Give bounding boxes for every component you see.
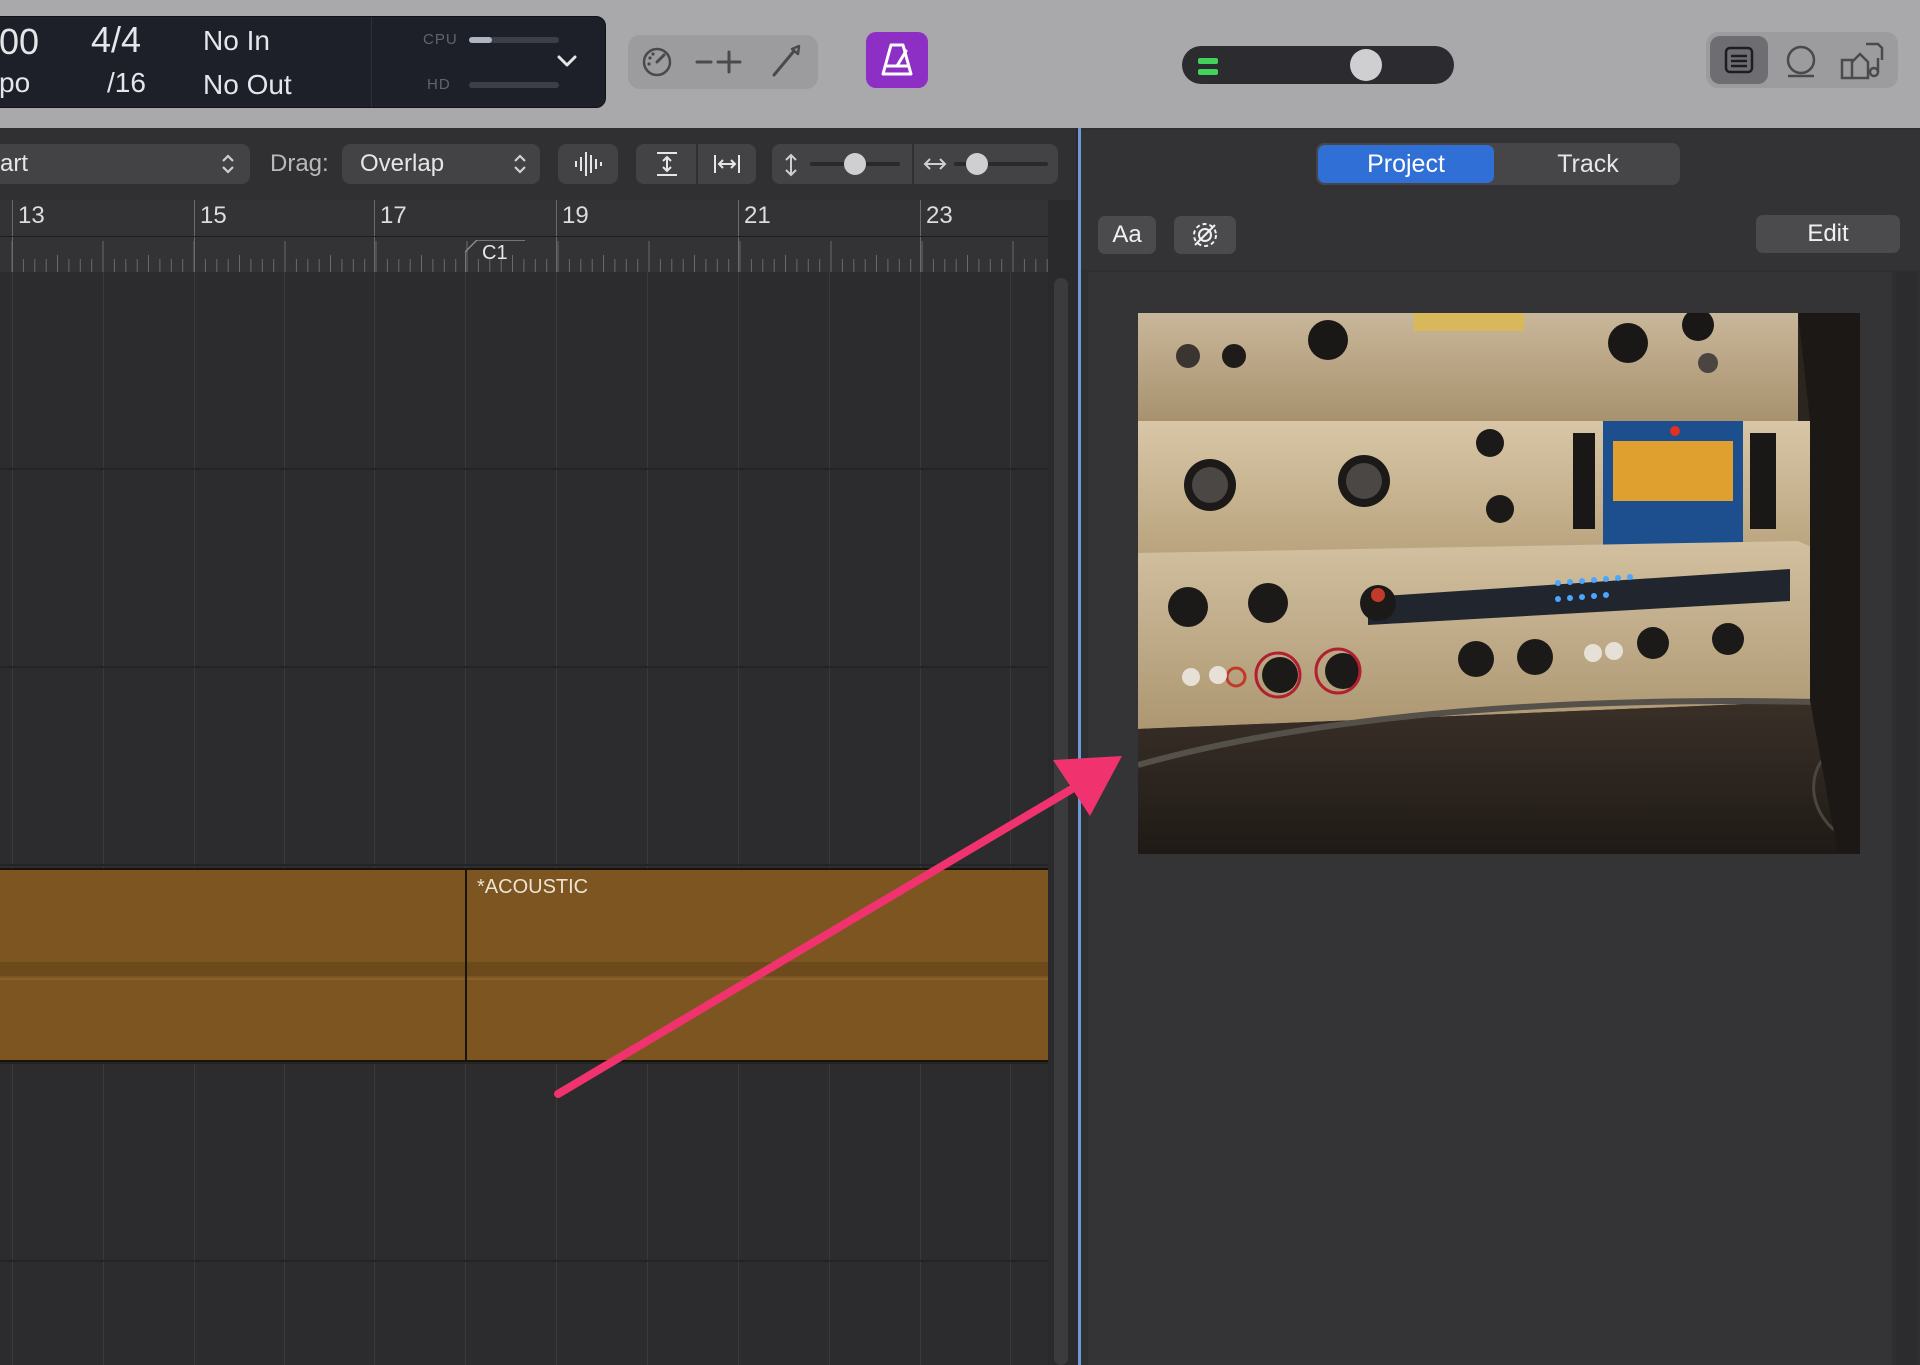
notes-button[interactable] xyxy=(1710,36,1768,84)
track-separator xyxy=(0,468,1048,470)
notes-icon xyxy=(1724,46,1754,74)
settings-gear-icon xyxy=(1193,223,1217,247)
lcd-divider xyxy=(371,17,372,107)
cpu-meter xyxy=(469,37,559,43)
cpu-label: CPU xyxy=(423,31,458,48)
hd-meter xyxy=(469,82,559,88)
tool-buttons-group xyxy=(628,35,818,89)
metronome-button[interactable] xyxy=(866,32,928,88)
fit-horizontal-icon[interactable] xyxy=(712,151,742,177)
region-waveform xyxy=(467,962,1048,976)
bar-number: 21 xyxy=(744,202,771,229)
cpu-meter-fill xyxy=(469,37,492,43)
grid-line xyxy=(920,272,921,1365)
brush-icon[interactable] xyxy=(766,43,804,81)
audio-region-acoustic[interactable]: *ACOUSTIC xyxy=(465,868,1048,1062)
midi-in-display: No In xyxy=(203,25,270,56)
tab-track[interactable]: Track xyxy=(1498,145,1678,183)
edit-button[interactable]: Edit xyxy=(1756,215,1900,253)
slider-divider xyxy=(912,144,914,184)
grid-line xyxy=(647,272,648,1365)
tempo-label: po xyxy=(0,67,31,98)
grid-line xyxy=(829,272,830,1365)
midi-out-display: No Out xyxy=(203,69,292,100)
drag-mode-value: Overlap xyxy=(360,150,445,177)
grid-line xyxy=(374,272,375,1365)
tuner-icon[interactable] xyxy=(640,45,674,79)
replace-icon[interactable] xyxy=(694,47,744,77)
lcd-display[interactable]: 00 po 4/4 /16 No In No Out CPU HD xyxy=(0,16,606,108)
division[interactable]: /16 xyxy=(107,67,146,99)
grid-line xyxy=(103,272,104,1365)
chevron-down-icon[interactable] xyxy=(553,47,581,75)
vertical-zoom-icon xyxy=(785,153,797,177)
bar-number: 15 xyxy=(200,202,227,229)
updown-chevron-icon xyxy=(514,154,526,174)
marker-label[interactable]: C1 xyxy=(482,242,508,265)
bar-number: 19 xyxy=(562,202,589,229)
drag-label: Drag: xyxy=(270,150,329,177)
vertical-zoom-knob[interactable] xyxy=(844,153,866,175)
zoom-sliders-group xyxy=(772,144,1058,184)
waveform-zoom-button[interactable] xyxy=(558,144,618,184)
tracks-area[interactable]: *ACOUSTIC xyxy=(0,272,1048,1365)
notes-scrollbar[interactable] xyxy=(1896,272,1918,1365)
grid-line xyxy=(12,272,13,1365)
grid-line xyxy=(556,272,557,1365)
font-button[interactable]: Aa xyxy=(1098,216,1156,254)
studio-rack-image xyxy=(1138,313,1860,854)
grid-line xyxy=(738,272,739,1365)
grid-line xyxy=(1010,272,1011,1365)
bar-number: 23 xyxy=(926,202,953,229)
grid-line xyxy=(194,272,195,1365)
tempo-value: 00 xyxy=(0,21,40,62)
edit-mode-select[interactable]: art xyxy=(0,144,250,184)
time-signature[interactable]: 4/4 xyxy=(91,19,141,61)
metronome-icon xyxy=(881,43,913,76)
audio-region[interactable] xyxy=(0,868,467,1062)
level-led xyxy=(1198,69,1218,75)
track-separator xyxy=(0,666,1048,668)
track-separator xyxy=(0,1260,1048,1262)
tab-project[interactable]: Project xyxy=(1318,145,1494,183)
bar-number: 13 xyxy=(18,202,45,229)
horizontal-zoom-knob[interactable] xyxy=(966,153,988,175)
level-led xyxy=(1198,58,1218,64)
grid-line xyxy=(284,272,285,1365)
horizontal-zoom-icon xyxy=(923,158,947,170)
fit-vertical-icon[interactable] xyxy=(654,150,680,178)
browser-icon[interactable] xyxy=(1838,40,1886,82)
edit-mode-value: art xyxy=(0,150,29,177)
region-name: *ACOUSTIC xyxy=(477,876,589,898)
fit-buttons-group xyxy=(636,144,756,184)
track-separator xyxy=(0,864,1048,866)
grid-line xyxy=(465,272,466,1365)
studio-rack-photo xyxy=(1138,313,1860,854)
hd-label: HD xyxy=(427,76,451,93)
region-waveform xyxy=(0,978,465,980)
drag-mode-select[interactable]: Overlap xyxy=(342,144,540,184)
region-waveform xyxy=(0,962,465,976)
settings-button[interactable] xyxy=(1174,216,1236,254)
loops-icon[interactable] xyxy=(1784,44,1818,80)
waveform-icon xyxy=(575,152,602,176)
button-divider xyxy=(696,144,698,184)
region-waveform xyxy=(467,978,1048,980)
track-separator xyxy=(0,1062,1048,1064)
master-volume-knob[interactable] xyxy=(1350,49,1382,81)
master-volume-slider[interactable] xyxy=(1182,46,1454,84)
bar-number: 17 xyxy=(380,202,407,229)
tracks-toolbar: art Drag: Overlap xyxy=(0,128,1076,200)
updown-chevron-icon xyxy=(222,154,234,174)
vertical-scrollbar[interactable] xyxy=(1054,278,1068,1365)
